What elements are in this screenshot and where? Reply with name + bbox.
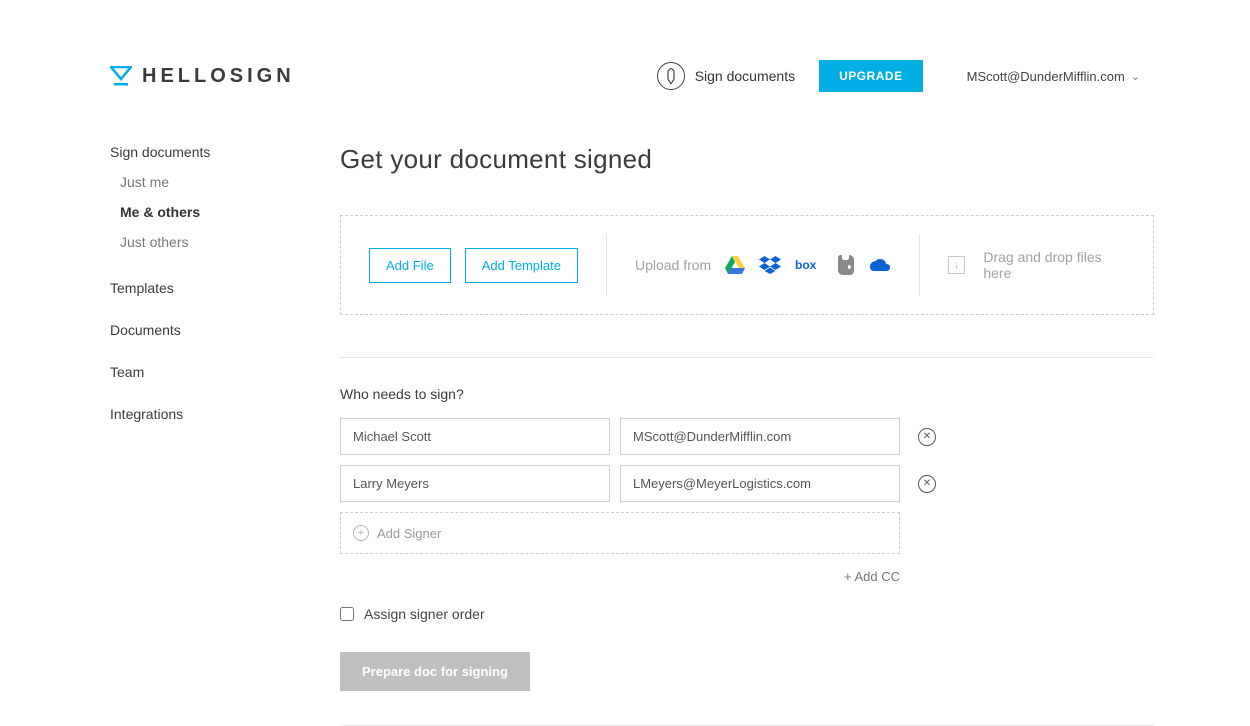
- chevron-down-icon: ⌄: [1131, 70, 1140, 83]
- add-file-button[interactable]: Add File: [369, 248, 451, 283]
- sidebar-item-just-me[interactable]: Just me: [120, 174, 290, 190]
- onedrive-icon[interactable]: [869, 258, 891, 272]
- upgrade-button[interactable]: UPGRADE: [819, 60, 923, 92]
- sidebar: Sign documents Just me Me & others Just …: [110, 144, 290, 726]
- who-needs-to-sign-label: Who needs to sign?: [340, 386, 1154, 402]
- sidebar-team[interactable]: Team: [110, 364, 290, 380]
- sidebar-item-me-others[interactable]: Me & others: [120, 204, 290, 220]
- assign-signer-order[interactable]: Assign signer order: [340, 606, 1154, 622]
- drag-drop-label: Drag and drop files here: [983, 249, 1125, 281]
- logo-mark-icon: [110, 66, 132, 86]
- upload-from-label: Upload from: [635, 257, 711, 273]
- signer-name-input[interactable]: [340, 418, 610, 455]
- user-email: MScott@DunderMifflin.com: [967, 69, 1125, 84]
- download-icon: ↓: [948, 256, 965, 274]
- evernote-icon[interactable]: [837, 255, 855, 275]
- sidebar-documents[interactable]: Documents: [110, 322, 290, 338]
- remove-signer-button[interactable]: ✕: [918, 428, 936, 446]
- signer-row: ✕: [340, 465, 1154, 502]
- pen-icon: [657, 62, 685, 90]
- sign-documents-label: Sign documents: [695, 68, 795, 84]
- sign-documents-link[interactable]: Sign documents: [657, 62, 795, 90]
- signer-email-input[interactable]: [620, 418, 900, 455]
- divider: [340, 357, 1154, 358]
- plus-icon: +: [353, 525, 369, 541]
- sidebar-item-just-others[interactable]: Just others: [120, 234, 290, 250]
- add-signer-label: Add Signer: [377, 526, 441, 541]
- assign-order-checkbox[interactable]: [340, 607, 354, 621]
- sidebar-sign-documents[interactable]: Sign documents: [110, 144, 290, 160]
- prepare-doc-button[interactable]: Prepare doc for signing: [340, 652, 530, 691]
- dropbox-icon[interactable]: [759, 256, 781, 274]
- add-signer-button[interactable]: + Add Signer: [340, 512, 900, 554]
- header: HELLOSIGN Sign documents UPGRADE MScott@…: [0, 0, 1250, 92]
- signer-email-input[interactable]: [620, 465, 900, 502]
- box-icon[interactable]: box: [795, 258, 823, 272]
- sidebar-integrations[interactable]: Integrations: [110, 406, 290, 422]
- signer-row: ✕: [340, 418, 1154, 455]
- page-title: Get your document signed: [340, 144, 1154, 175]
- remove-signer-button[interactable]: ✕: [918, 475, 936, 493]
- svg-text:box: box: [795, 258, 817, 272]
- add-cc-button[interactable]: + Add CC: [844, 569, 900, 584]
- add-template-button[interactable]: Add Template: [465, 248, 578, 283]
- logo[interactable]: HELLOSIGN: [110, 65, 295, 88]
- logo-text: HELLOSIGN: [142, 65, 295, 88]
- main: Get your document signed Add File Add Te…: [340, 144, 1154, 726]
- upload-box: Add File Add Template Upload from: [340, 215, 1154, 315]
- assign-order-label: Assign signer order: [364, 606, 485, 622]
- user-menu[interactable]: MScott@DunderMifflin.com ⌄: [967, 69, 1140, 84]
- signer-name-input[interactable]: [340, 465, 610, 502]
- google-drive-icon[interactable]: [725, 256, 745, 274]
- sidebar-templates[interactable]: Templates: [110, 280, 290, 296]
